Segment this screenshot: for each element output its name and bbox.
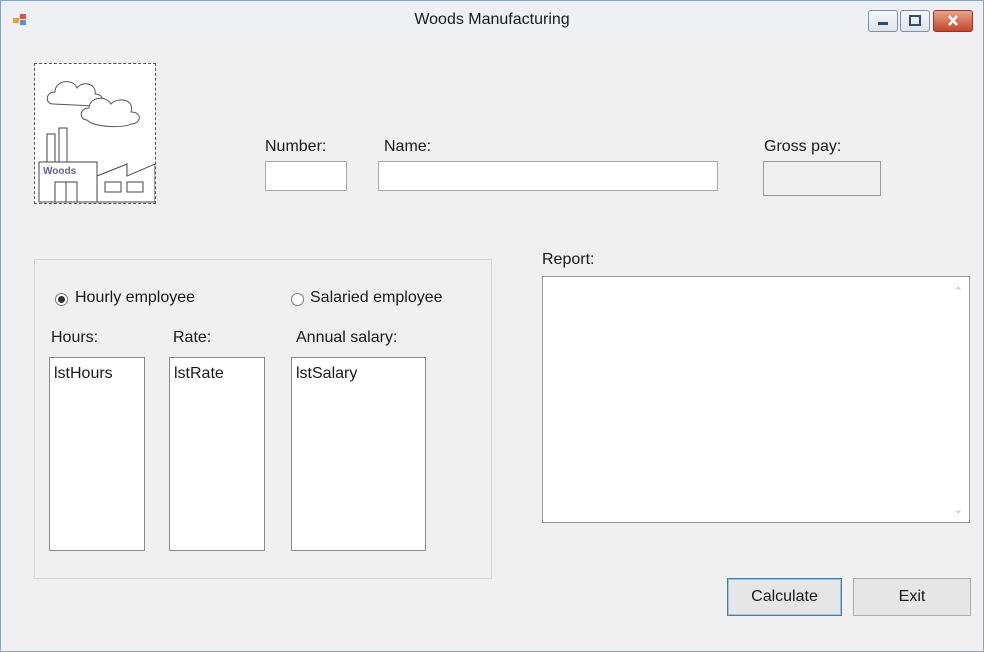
maximize-icon (909, 15, 921, 26)
maximize-button[interactable] (900, 10, 930, 32)
hours-label: Hours: (51, 329, 99, 346)
minimize-button[interactable] (868, 10, 898, 32)
factory-icon: Woods (38, 81, 156, 203)
number-input[interactable] (265, 161, 347, 191)
radio-selected-dot (58, 296, 65, 303)
factory-logo-picture: Woods (34, 63, 156, 204)
rate-label: Rate: (173, 329, 212, 346)
list-item[interactable]: lstRate (174, 365, 264, 383)
calculate-button[interactable]: Calculate (727, 578, 842, 616)
rate-listbox[interactable]: lstRate (169, 357, 265, 551)
hourly-employee-label[interactable]: Hourly employee (75, 289, 195, 307)
close-button[interactable] (933, 10, 973, 32)
list-item[interactable]: lstHours (54, 365, 144, 383)
scroll-down-icon[interactable]: ⌄ (954, 503, 963, 516)
window-title: Woods Manufacturing (414, 11, 570, 28)
title-bar: Woods Manufacturing (1, 1, 983, 38)
salaried-radio[interactable] (291, 293, 304, 306)
gross-pay-output (763, 161, 881, 196)
logo-text: Woods (43, 166, 77, 177)
name-input[interactable] (378, 161, 718, 191)
annual-salary-label: Annual salary: (296, 329, 398, 346)
minimize-icon (878, 22, 888, 25)
report-textbox[interactable]: ⌃ ⌄ (542, 276, 970, 523)
hourly-radio[interactable] (55, 293, 68, 306)
gross-pay-label: Gross pay: (764, 138, 842, 155)
scroll-up-icon[interactable]: ⌃ (954, 285, 963, 298)
hours-listbox[interactable]: lstHours (49, 357, 145, 551)
list-item[interactable]: lstSalary (296, 365, 425, 383)
exit-button[interactable]: Exit (853, 578, 971, 616)
close-icon (948, 15, 958, 26)
salaried-employee-label[interactable]: Salaried employee (310, 289, 443, 307)
salary-listbox[interactable]: lstSalary (291, 357, 426, 551)
main-window: Woods Manufacturing Woods Number: Name: … (0, 0, 984, 652)
number-label: Number: (265, 138, 327, 155)
name-label: Name: (384, 138, 432, 155)
report-label: Report: (542, 251, 595, 268)
